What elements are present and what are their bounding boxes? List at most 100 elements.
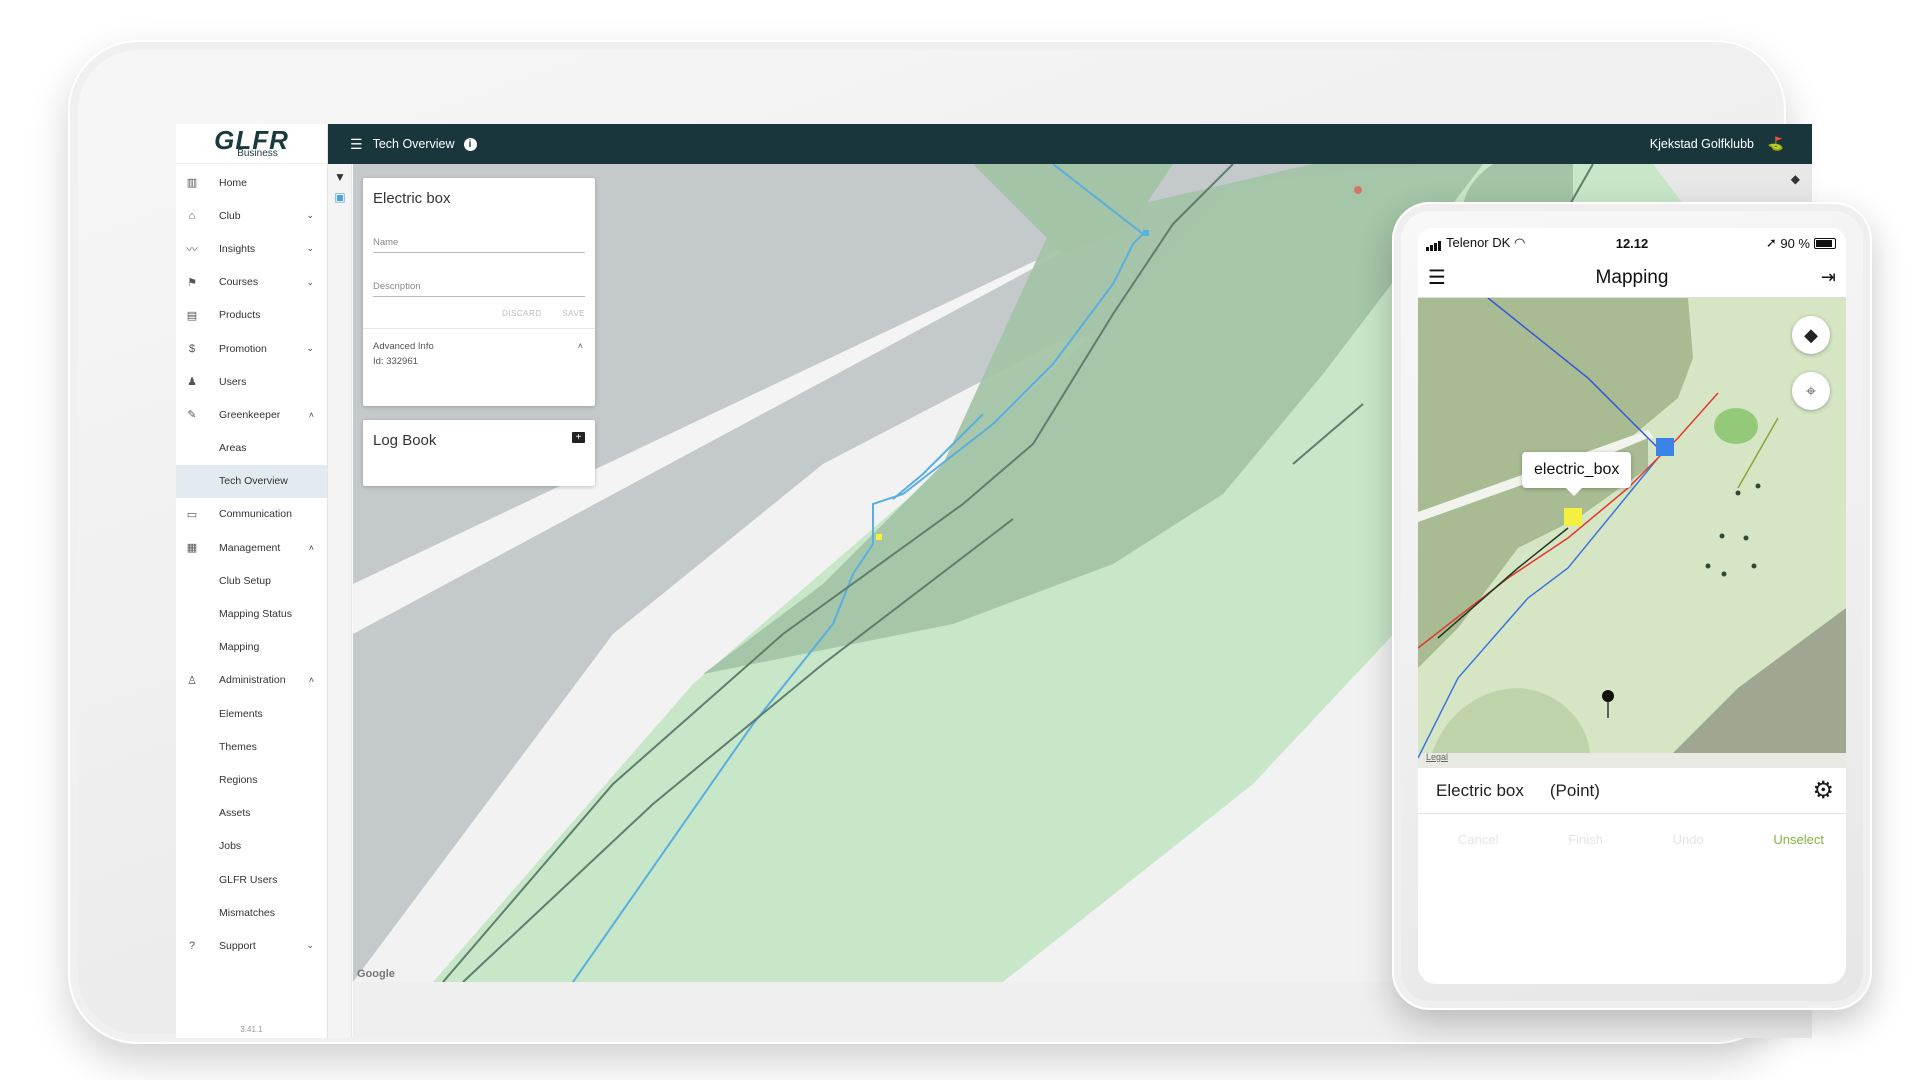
club-logo-icon[interactable]: ⛳ <box>1768 136 1784 152</box>
gear-icon[interactable]: ⚙ <box>1812 776 1834 805</box>
crosshair-icon: ⌖ <box>1805 380 1817 401</box>
sidebar-item-label: Support <box>219 939 256 952</box>
marker-callout: electric_box <box>1522 452 1632 496</box>
layers-button[interactable]: ◆ <box>1792 316 1830 354</box>
phone-frame: Telenor DK ◠ 12.12 ➚ 90 % ☰ Mapping ⇥ ◆ … <box>1392 202 1872 1010</box>
chevron-down-icon: ⌄ <box>306 276 314 287</box>
phone-nav-bar: ☰ Mapping ⇥ <box>1418 258 1846 298</box>
sidebar-item-label: Insights <box>219 242 256 255</box>
sidebar-item-greenkeeper[interactable]: ✎ Greenkeeper ˄ <box>176 398 327 431</box>
description-field[interactable]: Description <box>373 281 585 297</box>
phone-map-canvas[interactable] <box>1418 298 1846 768</box>
chevron-down-icon: ⌄ <box>306 210 314 221</box>
add-comment-icon[interactable]: + <box>572 432 585 443</box>
sidebar-item-courses[interactable]: ⚑ Courses ⌄ <box>176 266 327 299</box>
app-version: 3.41.1 <box>240 1025 263 1034</box>
divider <box>363 328 595 329</box>
element-actions: DISCARD SAVE <box>373 309 585 318</box>
sidebar-item-administration[interactable]: ♙ Administration ˄ <box>176 664 327 697</box>
chevron-up-icon: ˄ <box>577 341 583 351</box>
sidebar-item-label: Administration <box>219 674 286 687</box>
hamburger-menu-icon[interactable]: ☰ <box>1428 265 1446 290</box>
cancel-button[interactable]: Cancel <box>1458 832 1498 847</box>
sidebar-item-mismatches[interactable]: Mismatches <box>176 896 327 929</box>
sidebar-item-areas[interactable]: Areas <box>176 432 327 465</box>
logo-sub: Business <box>237 147 278 159</box>
google-attribution: Google <box>357 968 395 980</box>
courses-icon: ⚑ <box>187 276 197 289</box>
element-panel: Electric box Name Description DISCARD SA… <box>363 178 595 406</box>
sidebar-item-assets[interactable]: Assets <box>176 797 327 830</box>
selected-element-type: (Point) <box>1549 780 1600 800</box>
advanced-info-label: Advanced Info <box>373 341 434 352</box>
selected-element-name: Electric box <box>1436 780 1524 800</box>
sidebar-item-regions[interactable]: Regions <box>176 763 327 796</box>
sidebar-item-label: Communication <box>219 508 292 521</box>
sidebar-item-label: Elements <box>219 707 263 720</box>
sidebar-item-label: Mapping <box>219 641 260 654</box>
map-pin-icon <box>1354 186 1362 194</box>
sidebar-item-insights[interactable]: 〰 Insights ⌄ <box>176 232 327 265</box>
sidebar-item-label: Courses <box>219 276 259 289</box>
sidebar-item-tech-overview[interactable]: Tech Overview <box>176 464 327 498</box>
sidebar-item-home[interactable]: ▥ Home <box>176 166 327 199</box>
phone-screen: Telenor DK ◠ 12.12 ➚ 90 % ☰ Mapping ⇥ ◆ … <box>1418 228 1846 984</box>
sidebar-item-label: Greenkeeper <box>219 408 281 421</box>
finish-button[interactable]: Finish <box>1568 832 1603 847</box>
sidebar-item-club[interactable]: ⌂ Club ⌄ <box>176 199 327 232</box>
filter-icon[interactable]: ▼ <box>328 170 352 184</box>
info-icon[interactable]: i <box>463 137 477 151</box>
top-bar: ☰ Tech Overview i Kjekstad Golfklubb ⛳ <box>328 124 1812 164</box>
locate-button[interactable]: ⌖ <box>1792 372 1830 410</box>
sidebar-item-support[interactable]: ? Support ⌄ <box>176 929 327 962</box>
chevron-up-icon: ˄ <box>308 409 314 420</box>
sidebar-item-promotion[interactable]: $ Promotion ⌄ <box>176 332 327 365</box>
unselect-button[interactable]: Unselect <box>1773 832 1824 847</box>
sidebar-item-label: Assets <box>219 807 251 820</box>
exit-icon[interactable]: ⇥ <box>1821 267 1836 288</box>
sidebar-item-jobs[interactable]: Jobs <box>176 830 327 863</box>
clipboard-icon[interactable]: ▣ <box>328 190 352 204</box>
battery-icon <box>1814 237 1836 249</box>
sidebar-item-management[interactable]: ▦ Management ˄ <box>176 531 327 564</box>
sidebar-item-label: Regions <box>219 773 258 786</box>
undo-button[interactable]: Undo <box>1673 832 1704 847</box>
name-field[interactable]: Name <box>373 237 585 253</box>
wrench-icon: ✎ <box>187 409 197 422</box>
communication-icon: ▭ <box>186 508 198 521</box>
phone-map[interactable]: ◆ ⌖ electric_box Legal <box>1418 298 1846 768</box>
sidebar-item-label: Promotion <box>219 342 267 355</box>
sidebar-item-products[interactable]: ▤ Products <box>176 299 327 332</box>
sidebar-item-club-setup[interactable]: Club Setup <box>176 564 327 597</box>
logbook-title: Log Book <box>373 432 437 449</box>
layers-icon[interactable]: ◆ <box>1791 172 1800 186</box>
sidebar-item-users[interactable]: ♟ Users <box>176 365 327 398</box>
sidebar-item-communication[interactable]: ▭ Communication <box>176 498 327 531</box>
battery-label: 90 % <box>1780 235 1810 251</box>
sidebar-item-mapping-status[interactable]: Mapping Status <box>176 597 327 630</box>
sidebar-item-themes[interactable]: Themes <box>176 730 327 763</box>
sidebar-item-label: GLFR Users <box>219 873 278 886</box>
club-name[interactable]: Kjekstad Golfklubb <box>1650 137 1754 151</box>
chevron-down-icon: ⌄ <box>306 940 314 951</box>
chevron-down-icon: ⌄ <box>306 343 314 354</box>
logo[interactable]: GLFR Business <box>176 124 327 164</box>
sidebar-item-glfr-users[interactable]: GLFR Users <box>176 863 327 896</box>
sidebar-nav: ▥ Home ⌂ Club ⌄ 〰 Insights ⌄ ⚑ Courses ⌄ ▤ Products $… <box>176 164 327 963</box>
save-button[interactable]: SAVE <box>562 309 585 318</box>
users-icon: ♟ <box>187 376 197 389</box>
menu-icon[interactable]: ☰ <box>350 136 363 153</box>
management-icon: ▦ <box>186 542 198 555</box>
sidebar-item-label: Users <box>219 375 247 388</box>
products-icon: ▤ <box>186 309 198 322</box>
layers-icon: ◆ <box>1804 324 1818 345</box>
element-panel-title: Electric box <box>373 190 451 207</box>
sidebar-item-mapping[interactable]: Mapping <box>176 631 327 664</box>
phone-pin-icon <box>1602 690 1614 702</box>
sidebar-item-elements[interactable]: Elements <box>176 697 327 730</box>
club-icon: ⌂ <box>188 209 196 222</box>
discard-button[interactable]: DISCARD <box>502 309 542 318</box>
advanced-info-toggle[interactable]: Advanced Info ˄ <box>373 341 585 352</box>
sidebar-item-label: Mismatches <box>219 906 276 919</box>
legal-link[interactable]: Legal <box>1426 752 1448 762</box>
